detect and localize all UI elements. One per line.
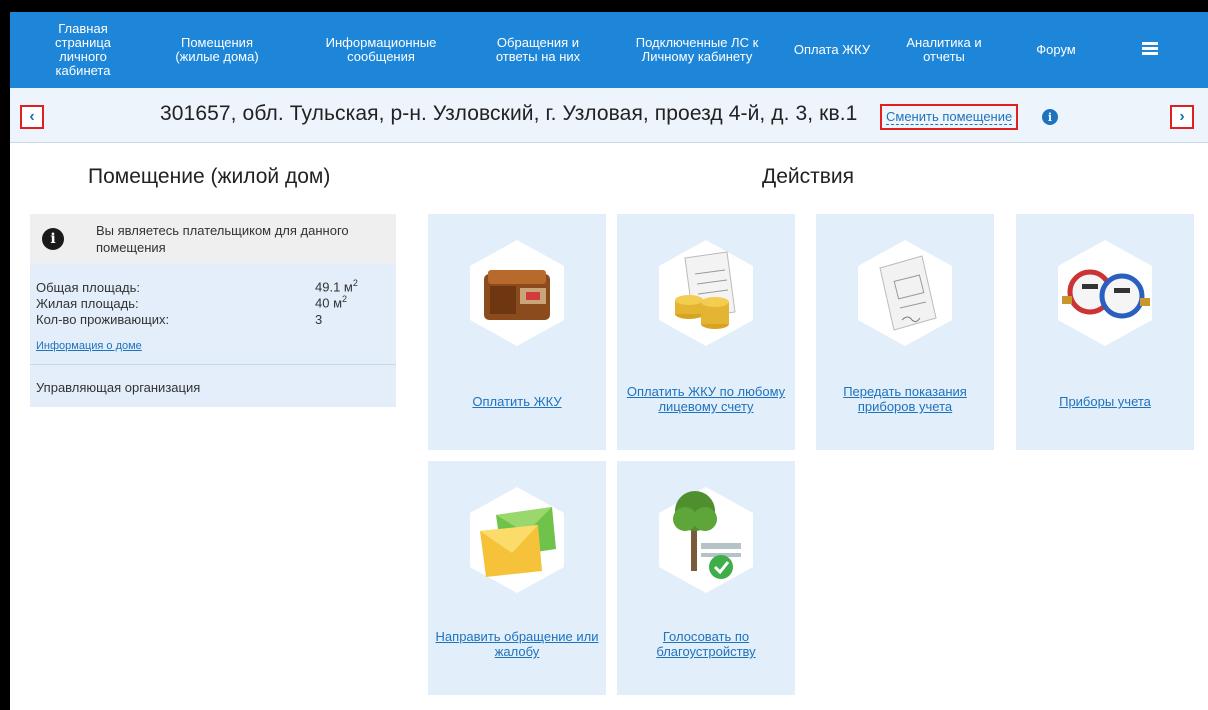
nav-item-line: страница (54, 35, 112, 50)
change-premise-link[interactable]: Сменить помещение (880, 104, 1019, 130)
address-bar: ‹ 301657, обл. Тульская, р-н. Узловский,… (10, 88, 1208, 143)
water-meters-icon (1058, 240, 1152, 346)
info-icon: i (42, 228, 64, 250)
total-area-value: 49.1 м2 (315, 278, 358, 294)
tile-submit-meter-readings[interactable]: Передать показания приборов учета (816, 214, 994, 450)
payer-notice-text: Вы являетесь плательщиком для данного по… (96, 223, 349, 255)
previous-premise-button[interactable]: ‹ (20, 105, 44, 129)
premise-address: 301657, обл. Тульская, р-н. Узловский, г… (160, 102, 858, 125)
tile-vote-improvement[interactable]: Голосовать по благоустройству (617, 461, 795, 695)
nav-item-line: сообщения (347, 49, 415, 64)
window-frame-top (0, 0, 1208, 12)
nav-item-info-messages[interactable]: Информационные сообщения (306, 12, 456, 88)
payer-notice: i Вы являетесь плательщиком для данного … (30, 214, 396, 264)
total-area-label: Общая площадь: (36, 280, 141, 295)
tile-label: Приборы учета (1059, 394, 1151, 409)
tile-label: Передать показания приборов учета (843, 384, 967, 414)
total-area-number: 49.1 м (315, 279, 353, 295)
nav-item-line: (жилые дома) (175, 49, 259, 64)
tile-label: Голосовать по благоустройству (656, 629, 756, 659)
receipt-coins-icon (659, 240, 753, 346)
tile-send-appeal[interactable]: Направить обращение или жалобу (428, 461, 606, 695)
nav-item-line: Форум (1036, 42, 1076, 57)
management-org-label: Управляющая организация (36, 380, 201, 395)
tile-label: Оплатить ЖКУ (472, 394, 562, 409)
nav-item-home[interactable]: Главная страница личного кабинета (38, 12, 128, 88)
living-area-value: 40 м2 (315, 294, 347, 310)
actions-section-title: Действия (762, 165, 855, 188)
tree-bench-vote-icon (659, 487, 753, 593)
living-area-number: 40 м (315, 295, 343, 311)
living-area-unit-exponent: 2 (342, 294, 348, 304)
info-icon[interactable]: i (1042, 109, 1058, 125)
nav-item-line: ответы на них (495, 49, 581, 64)
total-area-unit-exponent: 2 (352, 278, 358, 288)
house-info-link[interactable]: Информация о доме (36, 340, 142, 352)
window-frame-left (0, 0, 10, 710)
premise-info-panel: i Вы являетесь плательщиком для данного … (30, 214, 396, 407)
tile-pay-any-account[interactable]: Оплатить ЖКУ по любому лицевому счету (617, 214, 795, 450)
nav-item-line: Информационные (325, 35, 437, 50)
nav-item-appeals[interactable]: Обращения и ответы на них (478, 12, 598, 88)
divider (30, 364, 396, 365)
living-area-label: Жилая площадь: (36, 296, 139, 311)
residents-count-label: Кол-во проживающих: (36, 312, 170, 327)
tile-label: Направить обращение или жалобу (435, 629, 599, 659)
nav-item-line: кабинета (55, 63, 111, 78)
nav-item-premises[interactable]: Помещения (жилые дома) (162, 12, 272, 88)
nav-item-line: Обращения и (496, 35, 580, 50)
nav-item-line: Личному кабинету (641, 49, 753, 64)
wallet-icon (470, 240, 564, 346)
change-premise-label: Сменить помещение (886, 109, 1013, 125)
chevron-right-icon: › (1179, 108, 1185, 125)
chevron-left-icon: ‹ (29, 108, 35, 125)
nav-item-line: отчеты (923, 49, 965, 64)
nav-item-line: Главная (58, 21, 108, 36)
nav-item-line: Помещения (180, 35, 253, 50)
next-premise-button[interactable]: › (1170, 105, 1194, 129)
nav-item-line: Подключенные ЛС к (635, 35, 759, 50)
nav-item-payment[interactable]: Оплата ЖКУ (784, 12, 880, 88)
nav-item-line: личного (59, 49, 107, 64)
nav-item-forum[interactable]: Форум (1016, 12, 1096, 88)
hamburger-menu-icon[interactable] (1142, 42, 1158, 56)
tile-meters[interactable]: Приборы учета (1016, 214, 1194, 450)
nav-item-connected-accounts[interactable]: Подключенные ЛС к Личному кабинету (622, 12, 772, 88)
premise-section-title: Помещение (жилой дом) (88, 165, 331, 188)
envelopes-icon (470, 487, 564, 593)
tile-label: Оплатить ЖКУ по любому лицевому счету (626, 384, 786, 414)
nav-item-line: Аналитика и (906, 35, 982, 50)
meter-readings-form-icon (858, 240, 952, 346)
tile-pay-utilities[interactable]: Оплатить ЖКУ (428, 214, 606, 450)
nav-item-line: Оплата ЖКУ (793, 42, 871, 57)
residents-count-value: 3 (315, 312, 323, 327)
top-navigation: Главная страница личного кабинета Помеще… (10, 12, 1208, 88)
nav-item-analytics[interactable]: Аналитика и отчеты (892, 12, 996, 88)
